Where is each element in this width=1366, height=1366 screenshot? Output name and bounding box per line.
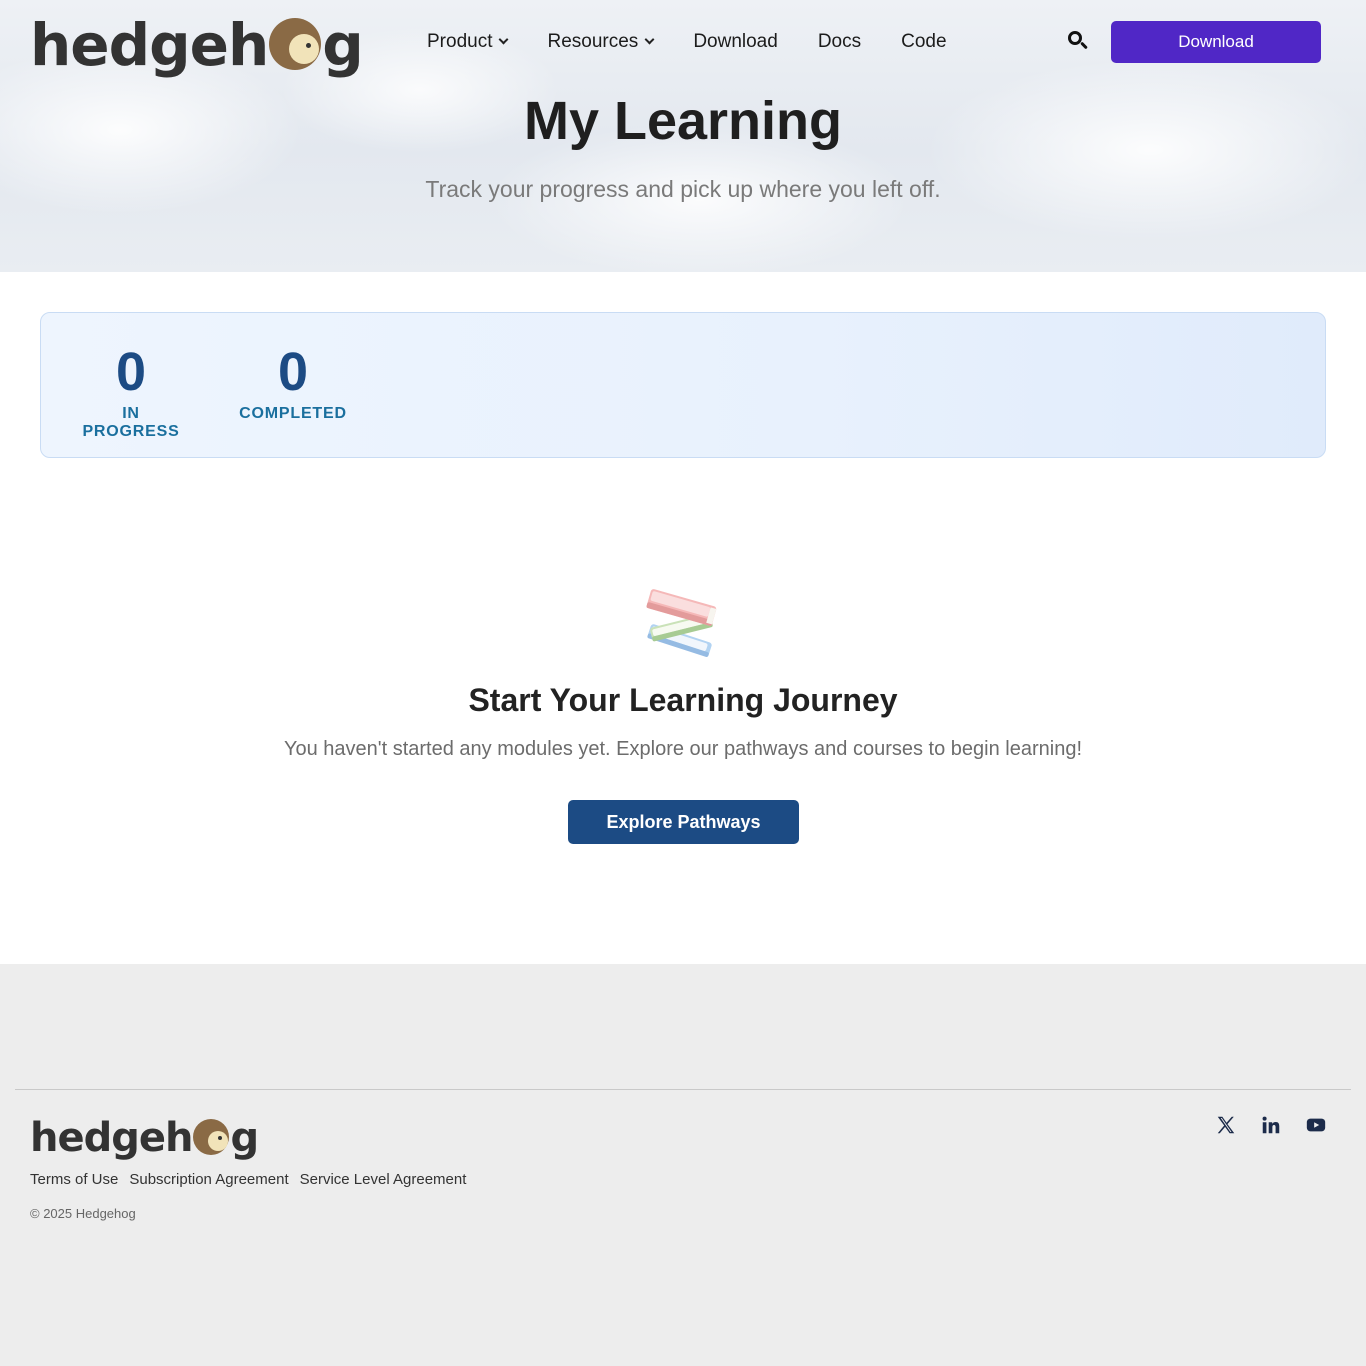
youtube-icon[interactable]: [1305, 1114, 1327, 1136]
nav-item-label: Product: [427, 31, 493, 52]
empty-state-text: You haven't started any modules yet. Exp…: [283, 738, 1083, 760]
hedgehog-logo[interactable]: hedgeh g: [30, 10, 364, 79]
search-icon[interactable]: [1068, 31, 1088, 51]
chevron-down-icon: [644, 34, 655, 45]
main-nav: Product Resources Download Docs Code: [427, 28, 947, 56]
nav-item-label: Code: [901, 31, 947, 52]
nav-item-label: Download: [693, 31, 778, 52]
footer-divider: [15, 1089, 1351, 1090]
footer-logo[interactable]: hedgeh g: [30, 1114, 259, 1161]
hedgehog-mascot-icon: [269, 18, 322, 70]
learning-stats-card: 0 IN PROGRESS 0 COMPLETED: [40, 312, 1326, 458]
logo-text-right: g: [322, 11, 364, 79]
logo-text-right: g: [230, 1115, 259, 1161]
stat-label: IN PROGRESS: [82, 405, 180, 441]
logo-text-left: hedgeh: [30, 11, 269, 79]
footer-link-sla[interactable]: Service Level Agreement: [300, 1171, 467, 1188]
chevron-down-icon: [499, 34, 509, 45]
nav-item-download[interactable]: Download: [693, 28, 778, 56]
stat-value: 0: [277, 342, 309, 402]
linkedin-icon[interactable]: [1260, 1114, 1282, 1136]
nav-item-label: Docs: [817, 31, 862, 52]
page-subtitle: Track your progress and pick up where yo…: [425, 176, 941, 202]
books-icon: [646, 589, 717, 658]
footer-link-subscription[interactable]: Subscription Agreement: [129, 1171, 288, 1188]
copyright-text: © 2025 Hedgehog: [30, 1206, 136, 1221]
download-button[interactable]: Download: [1111, 21, 1321, 63]
nav-item-docs[interactable]: Docs: [818, 28, 861, 56]
x-icon[interactable]: [1215, 1114, 1237, 1136]
stat-in-progress: 0 IN PROGRESS: [73, 341, 189, 441]
nav-item-code[interactable]: Code: [901, 28, 946, 56]
hero-banner: hedgeh g Product Resources Download Docs…: [0, 0, 1366, 272]
hedgehog-mascot-icon: [193, 1119, 230, 1155]
empty-state-title: Start Your Learning Journey: [468, 682, 898, 718]
stat-value: 0: [115, 342, 147, 402]
nav-item-resources[interactable]: Resources: [547, 28, 655, 56]
footer-links: Terms of Use Subscription Agreement Serv…: [30, 1171, 466, 1188]
page-title: My Learning: [523, 91, 843, 151]
footer-link-terms[interactable]: Terms of Use: [30, 1171, 118, 1188]
logo-text-left: hedgeh: [30, 1115, 193, 1161]
nav-item-label: Resources: [547, 31, 639, 52]
explore-pathways-button[interactable]: Explore Pathways: [568, 800, 799, 844]
main-content: 0 IN PROGRESS 0 COMPLETED Start Your Lea…: [0, 272, 1366, 964]
nav-item-product[interactable]: Product: [427, 28, 509, 56]
stat-completed: 0 COMPLETED: [237, 341, 349, 423]
stat-label: COMPLETED: [239, 405, 347, 423]
